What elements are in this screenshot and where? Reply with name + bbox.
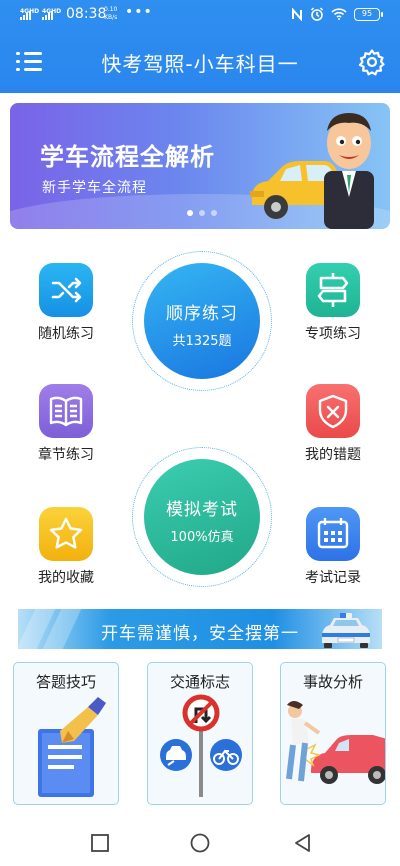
clock: 08:38	[66, 6, 107, 22]
home-icon[interactable]	[190, 833, 210, 853]
mock-exam-ring: 模拟考试 100%仿真	[132, 447, 272, 587]
top-bar: 4GHD 4GHD 08:38 0.10 KB/s ••• 95 快考驾照-小车科…	[0, 0, 400, 93]
signal-icon	[42, 11, 56, 20]
police-car-icon	[322, 613, 370, 648]
battery-icon: 95	[354, 7, 383, 21]
page-title: 快考驾照-小车科目一	[101, 52, 299, 76]
app-header: 快考驾照-小车科目一	[0, 36, 400, 88]
carousel-dot[interactable]	[211, 210, 217, 216]
traffic-signs-card[interactable]: 交通标志	[147, 662, 253, 805]
my-mistakes-label: 我的错题	[305, 447, 361, 463]
banner-headline: 学车流程全解析	[40, 143, 215, 171]
answer-tips-card[interactable]: 答题技巧	[13, 662, 119, 805]
accident-analysis-card[interactable]: 事故分析	[280, 662, 386, 805]
mock-exam-note: 100%仿真	[170, 530, 234, 545]
banner-subline: 新手学车全流程	[42, 180, 147, 196]
signpost-icon	[306, 263, 360, 317]
exam-records-button[interactable]: 考试记录	[293, 507, 373, 587]
shield-x-icon	[306, 384, 360, 438]
sequence-practice-ring: 顺序练习 共1325题	[132, 251, 272, 391]
system-nav-bar	[0, 818, 400, 866]
random-practice-button[interactable]: 随机练习	[26, 263, 106, 343]
my-favorites-button[interactable]: 我的收藏	[26, 507, 106, 587]
exam-records-label: 考试记录	[305, 570, 361, 586]
status-bar: 4GHD 4GHD 08:38 0.10 KB/s ••• 95	[0, 0, 400, 30]
traffic-signs-title: 交通标志	[169, 673, 230, 691]
traffic-sign-illustration	[160, 694, 242, 797]
accident-analysis-title: 事故分析	[302, 673, 363, 691]
special-practice-button[interactable]: 专项练习	[293, 263, 373, 343]
accident-illustration	[286, 701, 385, 784]
sequence-practice-label: 顺序练习	[166, 304, 238, 324]
mock-exam-label: 模拟考试	[166, 500, 238, 520]
more-notifications-icon: •••	[125, 4, 153, 20]
my-favorites-label: 我的收藏	[38, 570, 94, 586]
calendar-icon	[306, 507, 360, 561]
status-right: 95	[291, 7, 383, 21]
book-icon	[39, 384, 93, 438]
chapter-practice-label: 章节练习	[38, 447, 94, 463]
recent-apps-icon[interactable]	[90, 833, 110, 853]
shuffle-icon	[39, 263, 93, 317]
alarm-icon	[310, 7, 324, 21]
answer-tips-title: 答题技巧	[35, 673, 96, 691]
chapter-practice-button[interactable]: 章节练习	[26, 384, 106, 464]
instructor-illustration	[324, 113, 374, 229]
wifi-icon	[331, 8, 347, 20]
random-practice-label: 随机练习	[38, 326, 94, 342]
nfc-icon	[292, 7, 302, 21]
signal-icon	[20, 11, 34, 20]
star-icon	[39, 507, 93, 561]
sequence-practice-button[interactable]: 顺序练习 共1325题	[144, 263, 260, 379]
back-icon[interactable]	[293, 833, 313, 853]
question-count: 共1325题	[172, 334, 232, 349]
carousel-dot[interactable]	[187, 210, 193, 216]
gear-icon[interactable]	[358, 48, 386, 76]
special-practice-label: 专项练习	[305, 326, 361, 342]
pen-document-illustration	[38, 697, 106, 797]
my-mistakes-button[interactable]: 我的错题	[293, 384, 373, 464]
carousel-dot[interactable]	[199, 210, 205, 216]
network-speed: 0.10 KB/s	[104, 6, 118, 21]
safety-banner[interactable]: 开车需谨慎，安全摆第一	[18, 609, 382, 649]
promo-banner[interactable]: 学车流程全解析 新手学车全流程	[10, 103, 390, 229]
mock-exam-button[interactable]: 模拟考试 100%仿真	[144, 459, 260, 575]
